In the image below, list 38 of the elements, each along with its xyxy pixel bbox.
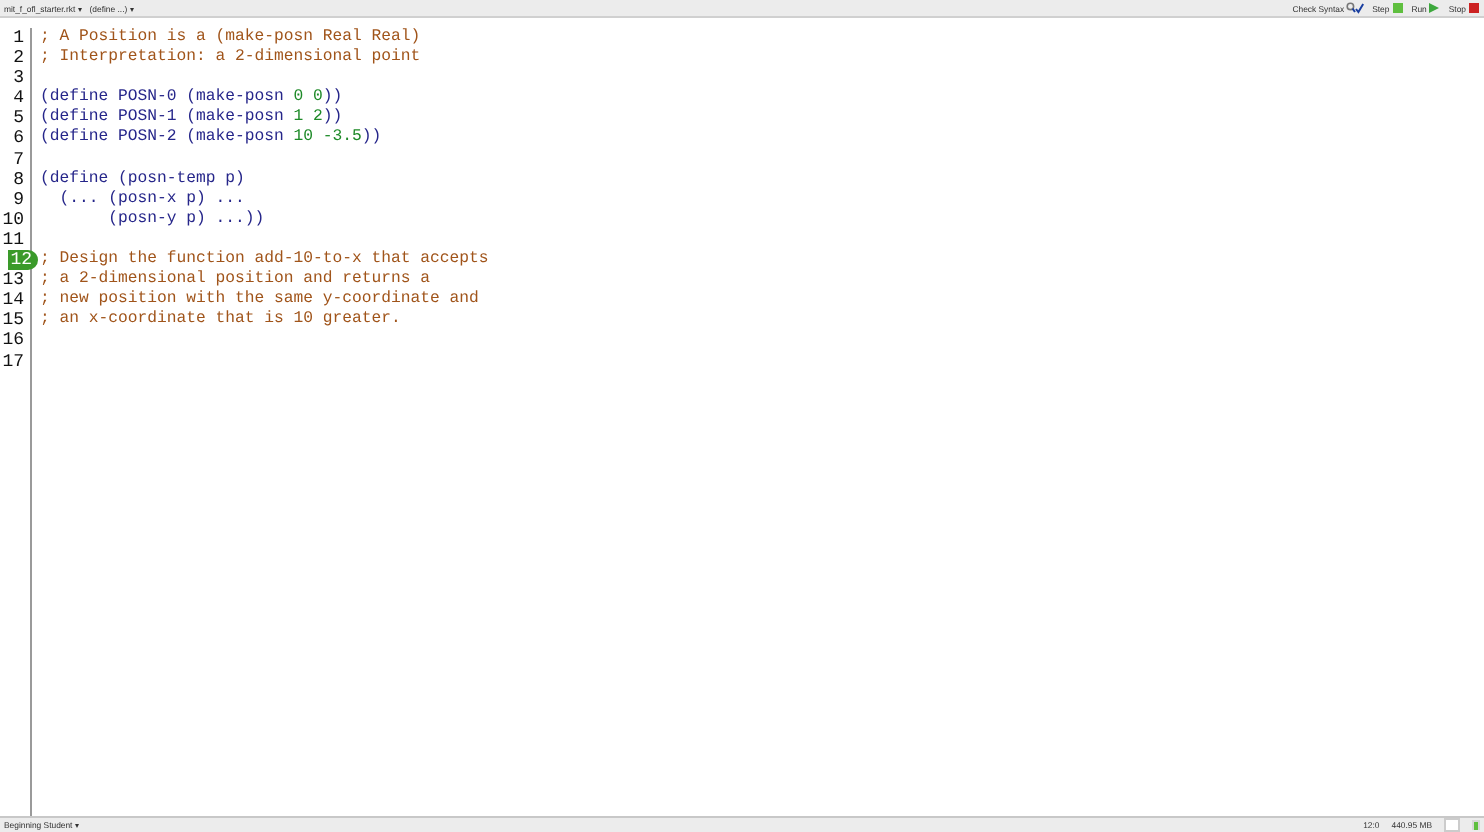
line-number: 17 bbox=[2, 351, 26, 372]
line-number: 11 bbox=[2, 229, 26, 251]
line-number: 3 bbox=[13, 68, 26, 89]
line-number: 16 bbox=[2, 330, 26, 351]
line-number: 13 bbox=[2, 270, 26, 291]
line-number: 6 bbox=[13, 128, 26, 150]
code-comment: ; new position with the same y-coordinate and bbox=[40, 290, 479, 309]
line-number: 10 bbox=[2, 209, 26, 230]
code-text: (define POSN-0 (make-posn bbox=[40, 88, 286, 107]
code-comment: ; A Position is a (make-posn Real Real) bbox=[40, 28, 421, 46]
line-number: 5 bbox=[13, 108, 26, 129]
line-number: 14 bbox=[2, 290, 26, 311]
number-literal: 0 0 bbox=[293, 88, 323, 107]
line-number: 1 bbox=[13, 28, 26, 49]
line-number: 9 bbox=[13, 189, 26, 210]
code-comment: ; Design the function add-10-to-x that accepts bbox=[40, 250, 489, 269]
code-text: )) bbox=[322, 108, 343, 127]
code-comment: ; a 2-dimensional position and returns a bbox=[40, 270, 431, 289]
play-icon bbox=[1428, 2, 1441, 14]
line-number: 8 bbox=[13, 169, 26, 190]
number-literal: 10 -3.5 bbox=[293, 128, 362, 147]
current-line-number: 12 bbox=[8, 250, 38, 271]
code-text: (posn-y p) ...)) bbox=[106, 209, 265, 228]
code-comment: ; Interpretation: a 2-dimensional point bbox=[40, 48, 421, 67]
line-number: 7 bbox=[13, 149, 26, 170]
line-number: 4 bbox=[13, 88, 26, 109]
magnifier-check-icon bbox=[1346, 2, 1365, 14]
code-text: (define POSN-2 (make-posn bbox=[40, 128, 286, 147]
stop-icon bbox=[1468, 2, 1480, 14]
line-number: 15 bbox=[2, 310, 26, 331]
code-text: (... (posn-x p) ... bbox=[57, 189, 245, 208]
code-text: (define POSN-1 (make-posn bbox=[40, 108, 286, 127]
number-literal: 1 2 bbox=[293, 108, 323, 127]
code-text: )) bbox=[361, 128, 382, 147]
line-number: 2 bbox=[13, 48, 26, 69]
code-text: (define (posn-temp p) bbox=[40, 169, 245, 188]
code-text: )) bbox=[322, 88, 343, 107]
code-comment: ; an x-coordinate that is 10 greater. bbox=[40, 310, 401, 329]
